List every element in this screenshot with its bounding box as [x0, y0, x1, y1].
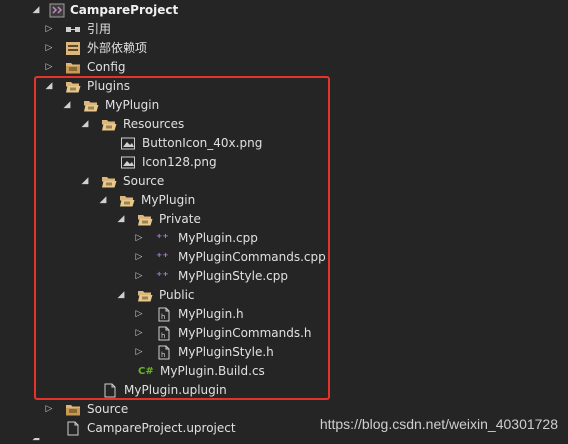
tree-node-label: 引用: [87, 22, 112, 36]
tree-node-label: CampareProject.uproject: [87, 421, 236, 435]
project-icon: [49, 3, 65, 18]
tree-node-label: CampareProject: [70, 3, 179, 17]
tree-node-external-deps[interactable]: ▷ 外部依赖项: [0, 39, 568, 58]
external-deps-icon: [65, 41, 81, 56]
highlight-box: [34, 76, 330, 400]
tree-node-label: 外部依赖项: [87, 41, 148, 55]
tree-node-config[interactable]: ▷ Config: [0, 58, 568, 77]
collapsed-arrow-icon[interactable]: ▷: [43, 20, 55, 39]
expanded-arrow-icon[interactable]: ◢: [30, 1, 42, 20]
tree-node-solution[interactable]: ◢ CampareProject: [0, 1, 568, 20]
file-icon: [65, 421, 81, 436]
folder-icon: [65, 60, 81, 75]
folder-icon: [65, 402, 81, 417]
expanded-arrow-icon: ◢: [30, 438, 42, 444]
partially-visible-row: ◢: [0, 438, 90, 444]
tree-node-references[interactable]: ▷ 引用: [0, 20, 568, 39]
watermark: https://blog.csdn.net/weixin_40301728: [319, 416, 558, 432]
tree-node-label: Source: [87, 402, 129, 416]
collapsed-arrow-icon[interactable]: ▷: [43, 39, 55, 58]
collapsed-arrow-icon[interactable]: ▷: [43, 400, 55, 419]
collapsed-arrow-icon[interactable]: ▷: [43, 58, 55, 77]
references-icon: [65, 22, 81, 37]
tree-node-label: Config: [87, 60, 126, 74]
